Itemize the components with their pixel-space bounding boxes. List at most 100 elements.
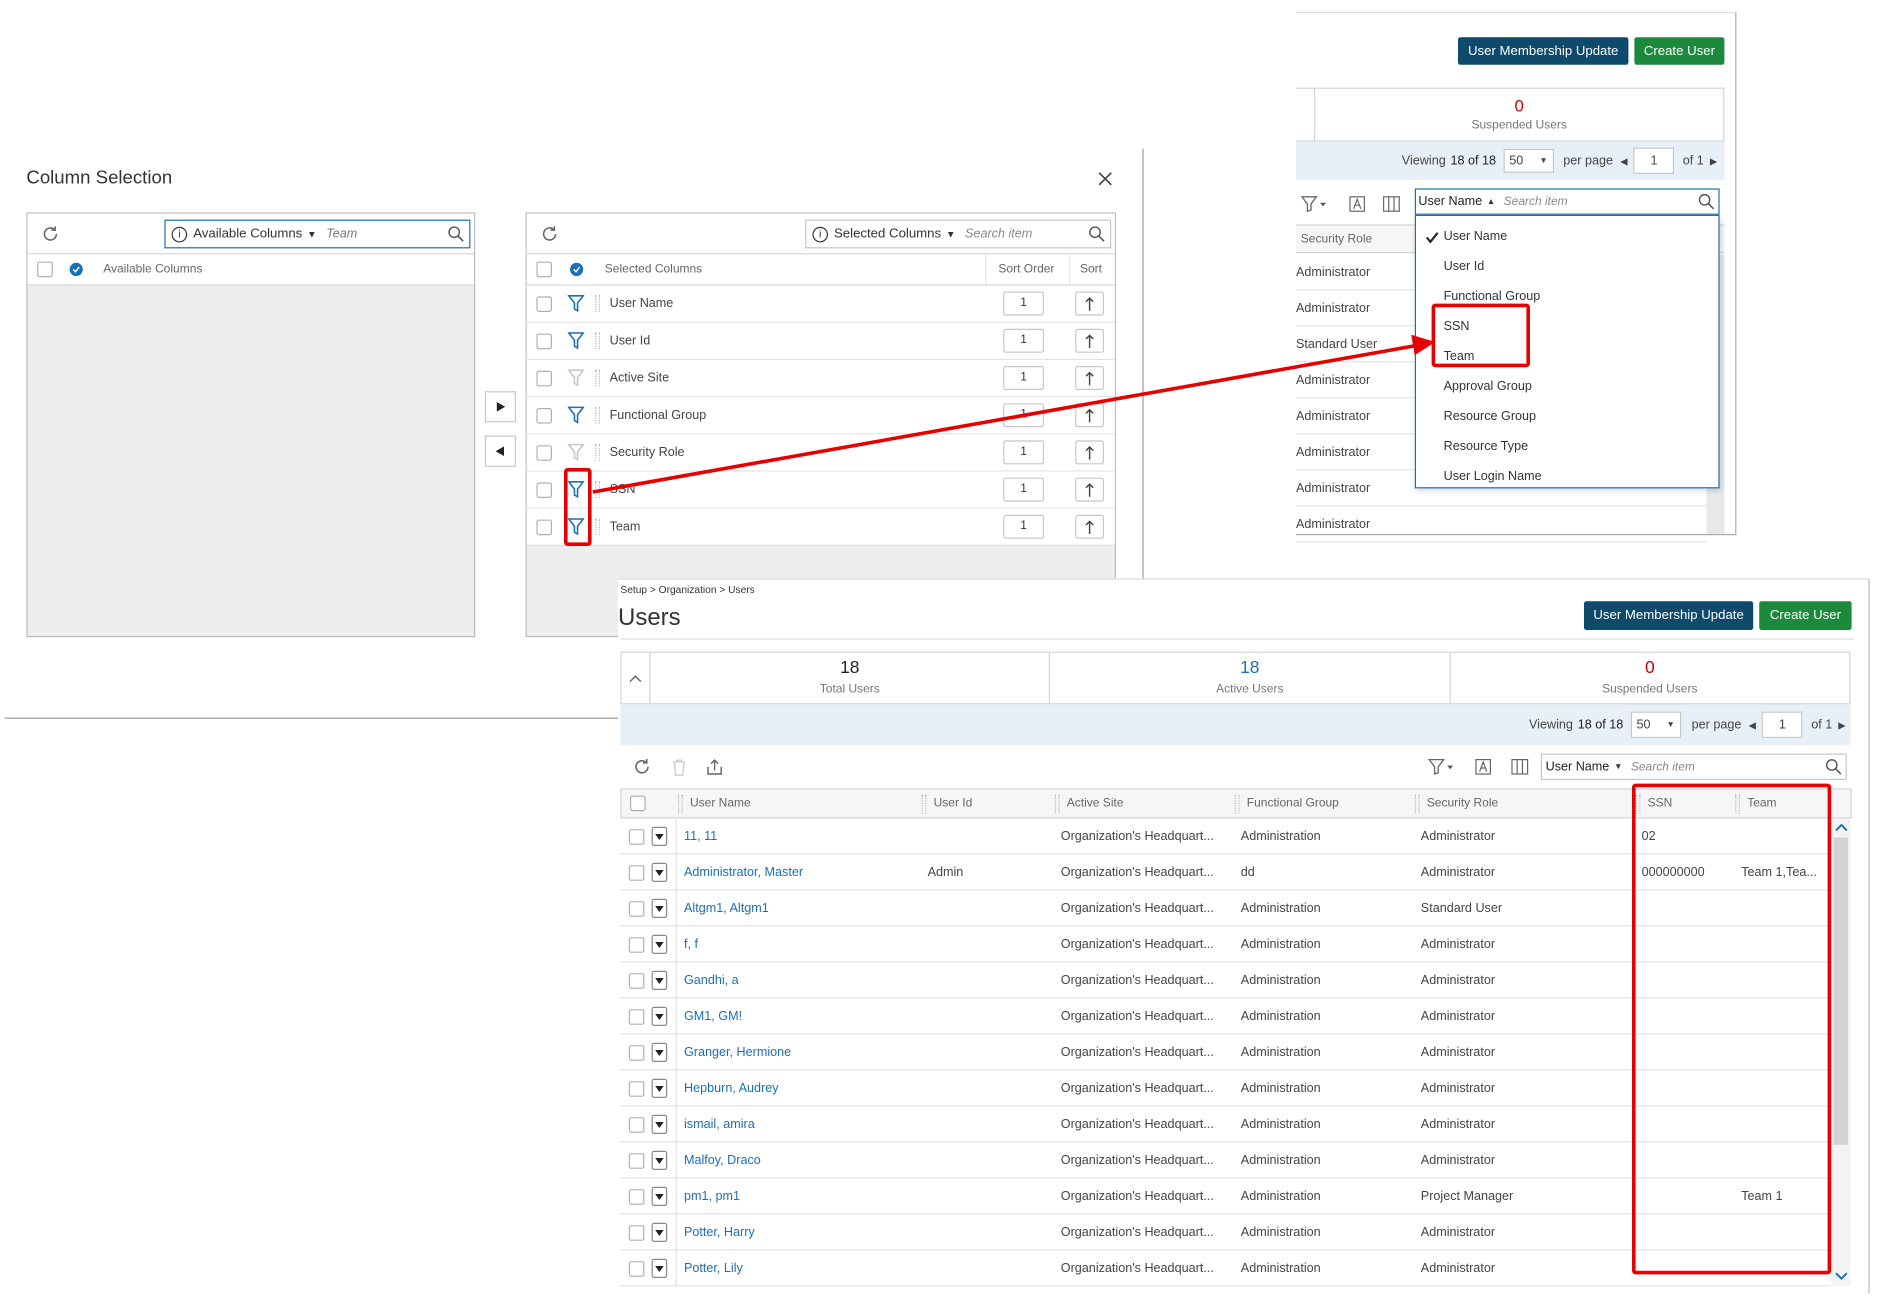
columns-icon[interactable] bbox=[1508, 756, 1530, 778]
user-name-link[interactable]: f, f bbox=[684, 937, 698, 951]
stat-label: Suspended Users bbox=[1602, 682, 1698, 696]
column-header[interactable]: Active Site bbox=[1067, 797, 1124, 810]
stat-value: 18 bbox=[1240, 658, 1260, 678]
user-name-link[interactable]: GM1, GM! bbox=[684, 1009, 742, 1023]
row-checkbox[interactable] bbox=[628, 973, 645, 989]
row-checkbox[interactable] bbox=[628, 1153, 645, 1169]
select-all-checkbox[interactable] bbox=[630, 795, 646, 812]
table-cell: Organization's Headquart... bbox=[1060, 1117, 1214, 1132]
row-checkbox[interactable] bbox=[628, 1189, 645, 1205]
table-cell: Organization's Headquart... bbox=[1060, 901, 1214, 916]
row-expand-button[interactable] bbox=[651, 1078, 668, 1098]
scroll-down-icon[interactable] bbox=[1831, 1267, 1850, 1284]
column-resize-handle[interactable] bbox=[1414, 794, 1420, 814]
page-input[interactable]: 1 bbox=[1761, 711, 1803, 738]
user-name-link[interactable]: Potter, Harry bbox=[684, 1225, 755, 1239]
stat-label: Total Users bbox=[819, 682, 880, 696]
row-expand-button[interactable] bbox=[651, 1186, 668, 1206]
user-name-link[interactable]: 11, 11 bbox=[684, 829, 717, 843]
table-cell: Administration bbox=[1240, 1117, 1321, 1132]
table-cell: Administration bbox=[1240, 1153, 1321, 1168]
composite-screenshot: Column Selection i Available Columns ▼ T… bbox=[0, 0, 1882, 1296]
per-page-select[interactable]: 50 ▼ bbox=[1630, 711, 1681, 738]
row-divider bbox=[675, 962, 677, 999]
row-expand-button[interactable] bbox=[651, 898, 668, 919]
table-cell: Administrator bbox=[1420, 1225, 1496, 1240]
user-name-link[interactable]: Hepburn, Audrey bbox=[684, 1081, 779, 1095]
table-cell: Administration bbox=[1240, 1261, 1321, 1276]
user-name-link[interactable]: ismail, amira bbox=[684, 1117, 755, 1131]
table-cell: Administrator bbox=[1420, 1153, 1496, 1168]
export-icon[interactable] bbox=[703, 756, 725, 778]
row-expand-button[interactable] bbox=[651, 1042, 668, 1062]
column-resize-handle[interactable] bbox=[1234, 794, 1240, 814]
grid-scrollbar[interactable] bbox=[1831, 818, 1851, 1287]
column-resize-handle[interactable] bbox=[678, 794, 683, 814]
viewing-range: 18 of 18 bbox=[1577, 717, 1624, 732]
column-header[interactable]: User Name bbox=[690, 797, 751, 810]
delete-icon[interactable] bbox=[668, 756, 690, 778]
text-format-icon[interactable] bbox=[1472, 756, 1494, 778]
row-expand-button[interactable] bbox=[651, 1258, 668, 1278]
row-checkbox[interactable] bbox=[628, 1225, 645, 1241]
row-checkbox[interactable] bbox=[628, 829, 645, 845]
column-header[interactable]: User Id bbox=[934, 797, 973, 810]
row-expand-button[interactable] bbox=[651, 826, 668, 847]
user-name-link[interactable]: Altgm1, Altgm1 bbox=[684, 901, 769, 915]
filter-icon[interactable] bbox=[1424, 756, 1458, 778]
table-cell: Administration bbox=[1240, 1189, 1321, 1204]
table-cell: Administrator bbox=[1420, 1081, 1496, 1096]
row-checkbox[interactable] bbox=[628, 1081, 645, 1097]
highlight-arrow-line bbox=[592, 343, 1417, 494]
users-page: Setup > Organization > Users Users User … bbox=[618, 578, 1870, 1294]
collapse-icon[interactable] bbox=[622, 652, 651, 704]
row-checkbox[interactable] bbox=[628, 1261, 645, 1277]
row-checkbox[interactable] bbox=[628, 1045, 645, 1061]
user-name-link[interactable]: Potter, Lily bbox=[684, 1261, 743, 1275]
table-cell: Project Manager bbox=[1420, 1189, 1514, 1204]
row-divider bbox=[675, 1214, 677, 1251]
row-expand-button[interactable] bbox=[651, 934, 668, 955]
row-expand-button[interactable] bbox=[651, 862, 668, 883]
user-name-link[interactable]: Gandhi, a bbox=[684, 973, 739, 987]
user-name-link[interactable]: Administrator, Master bbox=[684, 865, 803, 879]
user-membership-update-button[interactable]: User Membership Update bbox=[1584, 601, 1754, 630]
user-name-link[interactable]: Granger, Hermione bbox=[684, 1045, 791, 1059]
table-cell: Organization's Headquart... bbox=[1060, 865, 1214, 880]
user-name-link[interactable]: Malfoy, Draco bbox=[684, 1153, 761, 1167]
search-box[interactable]: User Name ▼ Search item bbox=[1540, 753, 1847, 781]
prev-page-icon[interactable]: ◀ bbox=[1749, 719, 1756, 730]
of-pages: of 1 bbox=[1811, 717, 1833, 732]
stat-card[interactable]: 0 Suspended Users bbox=[1449, 652, 1849, 704]
row-checkbox[interactable] bbox=[628, 901, 645, 917]
row-checkbox[interactable] bbox=[628, 937, 645, 953]
row-expand-button[interactable] bbox=[651, 970, 668, 991]
search-placeholder[interactable]: Search item bbox=[1631, 760, 1695, 773]
row-expand-button[interactable] bbox=[651, 1150, 668, 1170]
search-icon[interactable] bbox=[1825, 758, 1842, 781]
search-field-label[interactable]: User Name bbox=[1546, 760, 1610, 774]
row-checkbox[interactable] bbox=[628, 1117, 645, 1133]
column-header[interactable]: Functional Group bbox=[1247, 797, 1339, 810]
row-checkbox[interactable] bbox=[628, 865, 645, 881]
breadcrumb[interactable]: Setup > Organization > Users bbox=[620, 583, 754, 595]
stat-card[interactable]: 18 Total Users bbox=[650, 653, 1049, 703]
table-cell: Administration bbox=[1240, 1225, 1321, 1240]
column-header[interactable]: Security Role bbox=[1427, 797, 1498, 810]
refresh-icon[interactable] bbox=[630, 756, 654, 778]
next-page-icon[interactable]: ▶ bbox=[1838, 719, 1845, 730]
table-cell: Administration bbox=[1240, 829, 1321, 844]
stat-card[interactable]: 18 Active Users bbox=[1049, 652, 1449, 704]
column-resize-handle[interactable] bbox=[921, 794, 927, 814]
column-resize-handle[interactable] bbox=[1054, 794, 1060, 814]
row-expand-button[interactable] bbox=[651, 1222, 668, 1242]
create-user-button[interactable]: Create User bbox=[1759, 601, 1852, 630]
row-expand-button[interactable] bbox=[651, 1114, 668, 1134]
scroll-up-icon[interactable] bbox=[1831, 818, 1850, 835]
user-name-link[interactable]: pm1, pm1 bbox=[684, 1189, 740, 1203]
table-cell: Administrator bbox=[1420, 1261, 1496, 1276]
table-cell: Administration bbox=[1240, 1081, 1321, 1096]
row-expand-button[interactable] bbox=[651, 1006, 668, 1026]
row-checkbox[interactable] bbox=[628, 1009, 645, 1025]
scroll-thumb[interactable] bbox=[1833, 837, 1849, 1145]
